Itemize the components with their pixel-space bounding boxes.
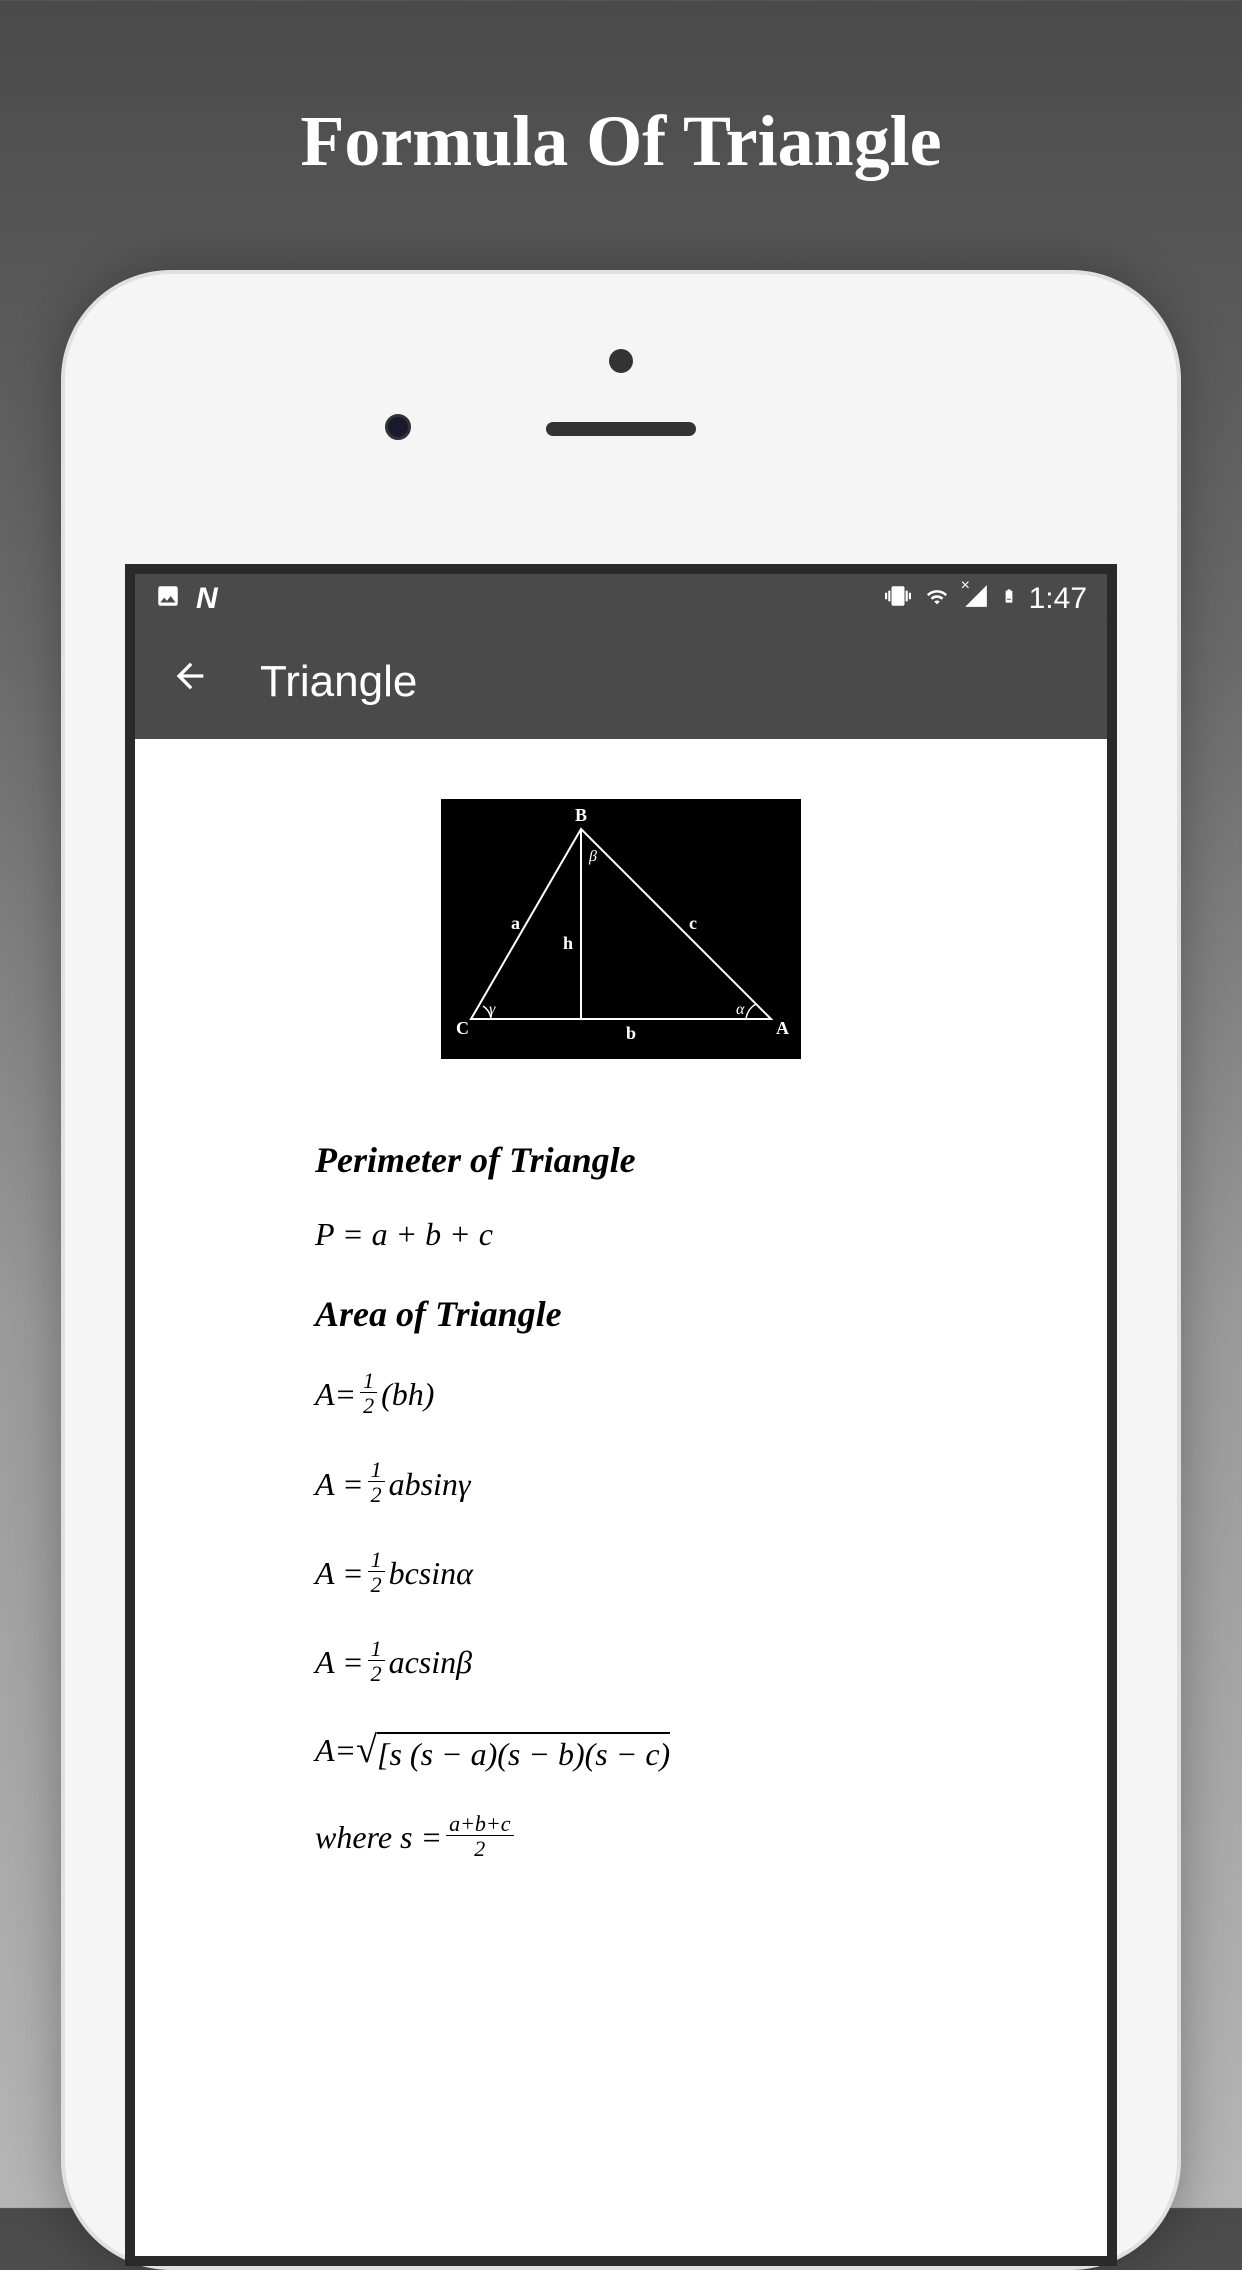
page-title: Formula Of Triangle	[0, 0, 1242, 183]
content-area[interactable]: B A C a c b h β γ α	[135, 739, 1107, 2256]
area-formula-sina: A = 1 2 bcsinα	[315, 1549, 927, 1598]
area-formula-where: where s = a+b+c 2	[315, 1813, 927, 1862]
side-b-label: b	[626, 1023, 636, 1043]
image-icon	[155, 583, 181, 616]
vertex-a-label: A	[776, 1018, 789, 1038]
area-formula-siny: A = 1 2 absinγ	[315, 1459, 927, 1508]
area-formula-sinb: A = 1 2 acsinβ	[315, 1638, 927, 1687]
perimeter-formula: P = a + b + c	[315, 1216, 927, 1253]
wifi-icon	[923, 583, 951, 615]
side-a-label: a	[511, 913, 520, 933]
area-heading: Area of Triangle	[315, 1293, 927, 1335]
phone-speaker	[546, 422, 696, 436]
perimeter-heading: Perimeter of Triangle	[315, 1139, 927, 1181]
status-time: 1:47	[1029, 582, 1087, 616]
back-button[interactable]	[160, 646, 220, 717]
phone-camera-top	[609, 349, 633, 373]
formula-section: Perimeter of Triangle P = a + b + c Area…	[175, 1139, 1067, 1862]
status-bar: N × 1:47	[135, 574, 1107, 624]
phone-camera-front	[385, 414, 411, 440]
signal-icon: ×	[963, 583, 989, 616]
vertex-b-label: B	[575, 805, 587, 825]
angle-beta-label: β	[588, 848, 597, 865]
arrow-left-icon	[170, 656, 210, 696]
side-c-label: c	[689, 913, 697, 933]
angle-alpha-label: α	[736, 1001, 745, 1018]
phone-screen: N × 1:47	[125, 564, 1117, 2266]
status-left: N	[155, 582, 218, 616]
status-right: × 1:47	[885, 582, 1087, 616]
area-formula-heron: A= √ [s (s − a)(s − b)(s − c)	[315, 1728, 927, 1773]
triangle-diagram: B A C a c b h β γ α	[175, 799, 1067, 1059]
vibrate-icon	[885, 583, 911, 616]
n-icon: N	[196, 582, 218, 616]
vertex-c-label: C	[456, 1018, 469, 1038]
phone-frame: N × 1:47	[61, 270, 1181, 2270]
area-formula-basic: A= 1 2 (bh)	[315, 1370, 927, 1419]
app-title: Triangle	[260, 657, 417, 707]
battery-icon	[1001, 583, 1017, 616]
app-bar: Triangle	[135, 624, 1107, 739]
height-label: h	[563, 933, 573, 953]
